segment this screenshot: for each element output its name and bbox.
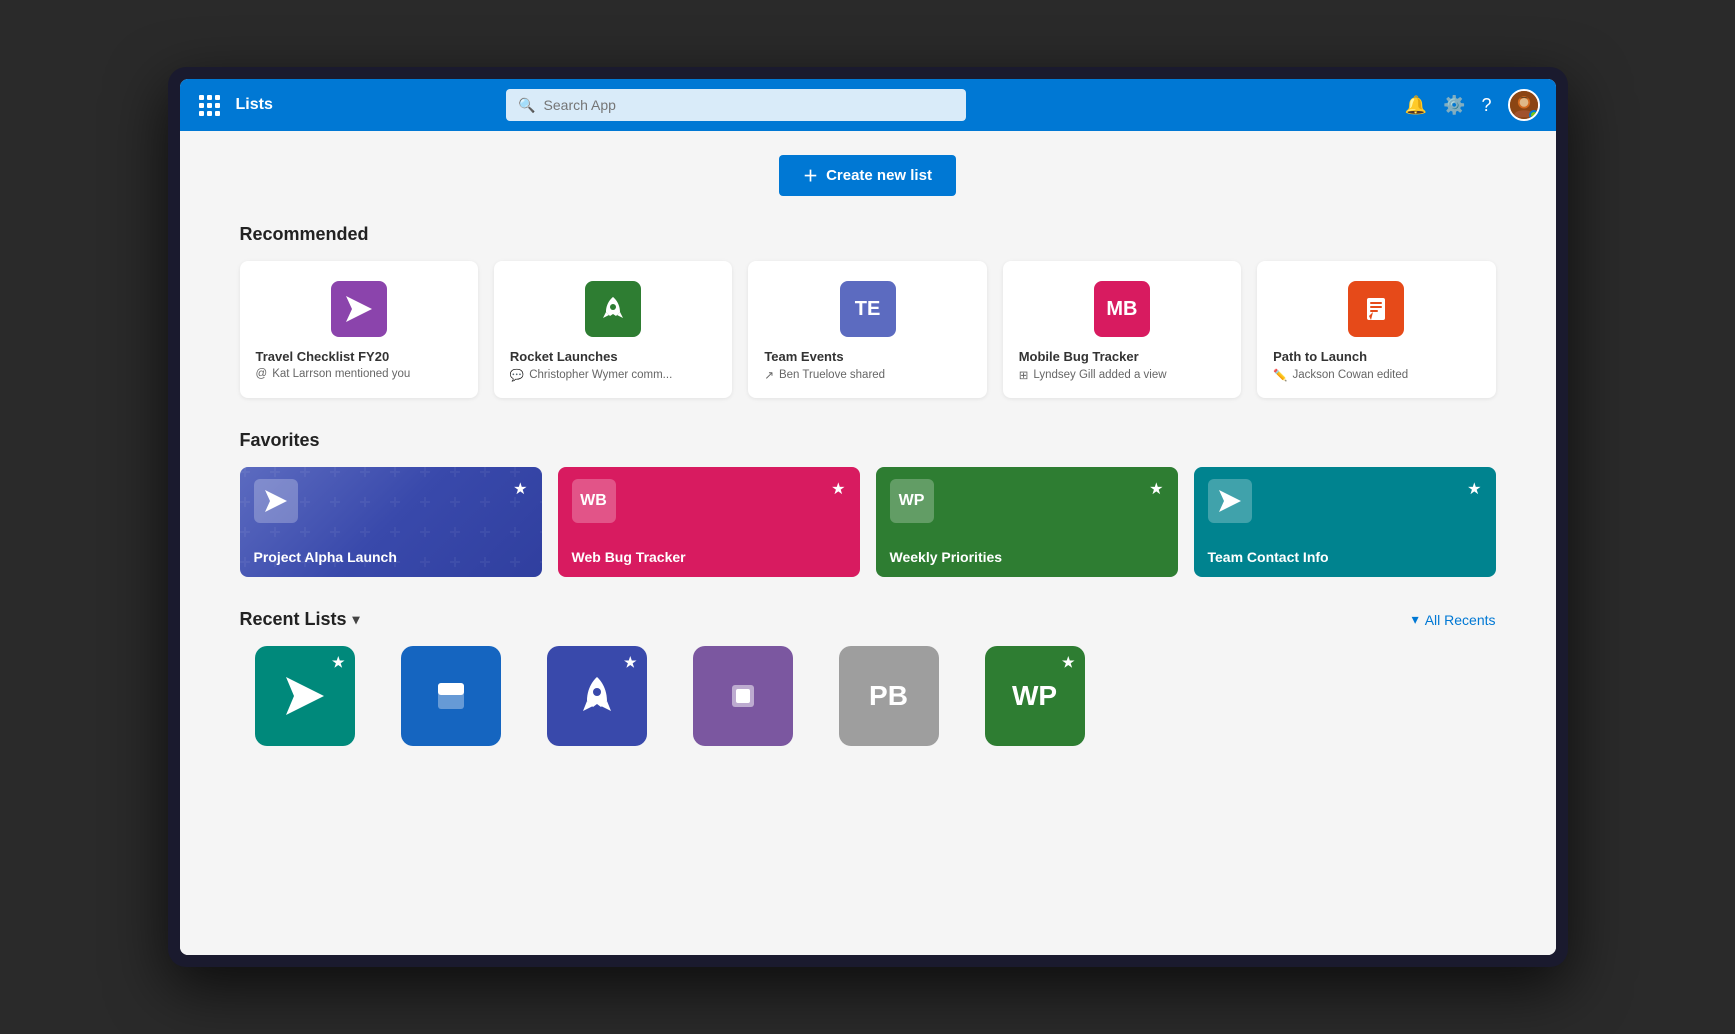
online-indicator (1529, 110, 1539, 120)
comment-icon: 💬 (510, 368, 524, 382)
recommended-grid: Travel Checklist FY20 @ Kat Larrson ment… (240, 261, 1496, 398)
app-container: Lists 🔍 🔔 ⚙️ ? (180, 79, 1556, 955)
fav-card-wb-top: WB ★ (572, 479, 846, 523)
fav-star-tci: ★ (1467, 479, 1481, 499)
fav-icon-wb: WB (572, 479, 616, 523)
rec-card-name-path: Path to Launch (1273, 349, 1479, 364)
recommended-title: Recommended (240, 224, 1496, 245)
waffle-menu-icon[interactable] (196, 95, 224, 116)
recent-icon-2 (401, 646, 501, 746)
rec-card-name-travel: Travel Checklist FY20 (256, 349, 462, 364)
rec-card-name-events: Team Events (764, 349, 970, 364)
topbar: Lists 🔍 🔔 ⚙️ ? (180, 79, 1556, 131)
share-icon: ↗ (764, 368, 774, 382)
rec-card-icon-bug: MB (1094, 281, 1150, 337)
recent-star-rocket: ★ (624, 654, 637, 671)
fav-star-alpha: ★ (513, 479, 527, 499)
fav-card-alpha-top: ★ (254, 479, 528, 523)
recent-star-wp: ★ (1062, 654, 1075, 671)
settings-icon[interactable]: ⚙️ (1443, 95, 1465, 116)
favorites-grid: ★ Project Alpha Launch WB ★ Web Bug Trac… (240, 467, 1496, 577)
rec-card-mobile-bug[interactable]: MB Mobile Bug Tracker ⊞ Lyndsey Gill add… (1003, 261, 1241, 398)
rec-card-path-launch[interactable]: Path to Launch ✏️ Jackson Cowan edited (1257, 261, 1495, 398)
rec-card-sub-path: ✏️ Jackson Cowan edited (1273, 368, 1479, 382)
notification-icon[interactable]: 🔔 (1405, 95, 1427, 116)
recents-grid: ★ (240, 646, 1496, 754)
rec-card-sub-rocket: 💬 Christopher Wymer comm... (510, 368, 716, 382)
filter-icon: ▾ (1412, 611, 1419, 628)
recent-item-pb[interactable]: PB (824, 646, 954, 754)
tablet-frame: Lists 🔍 🔔 ⚙️ ? (168, 67, 1568, 967)
fav-card-web-bug[interactable]: WB ★ Web Bug Tracker (558, 467, 860, 577)
rec-card-icon-events: TE (840, 281, 896, 337)
fav-label-wp: Weekly Priorities (890, 549, 1164, 565)
rec-card-sub-events: ↗ Ben Truelove shared (764, 368, 970, 382)
app-title: Lists (236, 96, 273, 114)
recent-lists-header: Recent Lists ▾ ▾ All Recents (240, 609, 1496, 630)
fav-card-project-alpha[interactable]: ★ Project Alpha Launch (240, 467, 542, 577)
favorites-title: Favorites (240, 430, 1496, 451)
search-bar[interactable]: 🔍 (506, 89, 966, 121)
main-content: ＋ Create new list Recommended Travel Che… (180, 131, 1556, 955)
table-icon: ⊞ (1019, 368, 1029, 382)
help-icon[interactable]: ? (1481, 95, 1491, 116)
create-new-list-button[interactable]: ＋ Create new list (779, 155, 956, 196)
fav-label-alpha: Project Alpha Launch (254, 549, 528, 565)
fav-card-weekly-priorities[interactable]: WP ★ Weekly Priorities (876, 467, 1178, 577)
fav-star-wb: ★ (831, 479, 845, 499)
rec-card-rocket-launches[interactable]: Rocket Launches 💬 Christopher Wymer comm… (494, 261, 732, 398)
fav-card-wp-top: WP ★ (890, 479, 1164, 523)
recent-lists-title: Recent Lists (240, 609, 347, 630)
rec-card-sub-bug: ⊞ Lyndsey Gill added a view (1019, 368, 1225, 382)
all-recents-label: All Recents (1425, 612, 1496, 628)
recent-item-wp[interactable]: WP ★ (970, 646, 1100, 754)
rec-card-sub-travel: @ Kat Larrson mentioned you (256, 368, 462, 380)
recent-item-4[interactable] (678, 646, 808, 754)
create-btn-row: ＋ Create new list (240, 155, 1496, 196)
recent-icon-alpha: ★ (255, 646, 355, 746)
rec-card-icon-travel (331, 281, 387, 337)
rec-card-team-events[interactable]: TE Team Events ↗ Ben Truelove shared (748, 261, 986, 398)
all-recents-button[interactable]: ▾ All Recents (1412, 611, 1496, 628)
recent-lists-chevron: ▾ (353, 611, 360, 628)
fav-label-tci: Team Contact Info (1208, 549, 1482, 565)
fav-icon-tci (1208, 479, 1252, 523)
mention-icon: @ (256, 368, 268, 380)
recent-icon-4 (693, 646, 793, 746)
topbar-right: 🔔 ⚙️ ? (1405, 89, 1540, 121)
recent-icon-pb: PB (839, 646, 939, 746)
recent-item-alpha[interactable]: ★ (240, 646, 370, 754)
recent-item-2[interactable] (386, 646, 516, 754)
recent-star-alpha: ★ (332, 654, 345, 671)
recent-icon-rocket: ★ (547, 646, 647, 746)
rec-card-travel-checklist[interactable]: Travel Checklist FY20 @ Kat Larrson ment… (240, 261, 478, 398)
fav-icon-wp: WP (890, 479, 934, 523)
search-icon: 🔍 (518, 97, 535, 114)
fav-icon-alpha (254, 479, 298, 523)
search-input[interactable] (544, 97, 955, 113)
rec-card-name-bug: Mobile Bug Tracker (1019, 349, 1225, 364)
recent-lists-title-row[interactable]: Recent Lists ▾ (240, 609, 360, 630)
edit-icon: ✏️ (1273, 368, 1287, 382)
fav-card-team-contact[interactable]: ★ Team Contact Info (1194, 467, 1496, 577)
rec-card-icon-path (1348, 281, 1404, 337)
recent-item-rocket[interactable]: ★ (532, 646, 662, 754)
rec-card-icon-rocket (585, 281, 641, 337)
fav-card-tci-top: ★ (1208, 479, 1482, 523)
fav-star-wp: ★ (1149, 479, 1163, 499)
fav-label-wb: Web Bug Tracker (572, 549, 846, 565)
create-btn-label: Create new list (826, 167, 932, 184)
recent-icon-wp: WP ★ (985, 646, 1085, 746)
avatar[interactable] (1508, 89, 1540, 121)
rec-card-name-rocket: Rocket Launches (510, 349, 716, 364)
plus-icon: ＋ (803, 165, 818, 186)
